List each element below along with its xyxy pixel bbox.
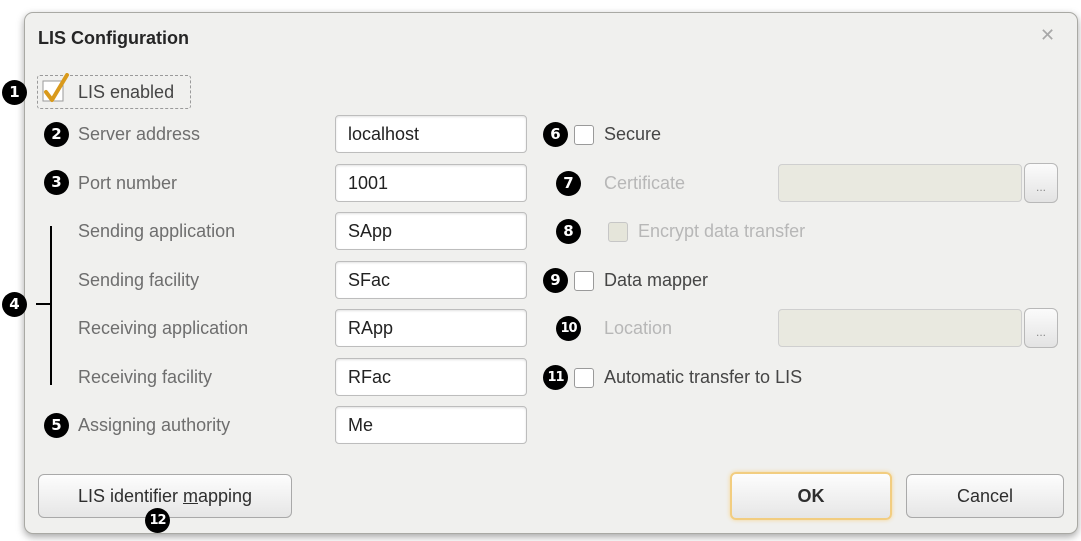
callout-badge: 1 — [2, 80, 27, 105]
server-address-field[interactable]: localhost — [335, 115, 527, 153]
location-label: Location — [604, 318, 673, 338]
auto-transfer-label: Automatic transfer to LIS — [604, 367, 803, 387]
callout-4-bracket — [50, 226, 52, 385]
sending-facility-field[interactable]: SFac — [335, 261, 527, 299]
assigning-authority-field[interactable]: Me — [335, 406, 527, 444]
callout-badge: 9 — [543, 268, 568, 293]
certificate-field — [778, 164, 1022, 202]
cancel-button[interactable]: Cancel — [906, 474, 1064, 518]
secure-checkbox[interactable] — [574, 125, 594, 145]
callout-badge: 5 — [44, 413, 69, 438]
close-icon[interactable]: ✕ — [1040, 25, 1055, 46]
sending-application-field[interactable]: SApp — [335, 212, 527, 250]
server-address-label: Server address — [78, 124, 201, 144]
lis-enabled-checkbox[interactable]: LIS enabled — [37, 73, 191, 112]
callout-badge: 12 — [145, 508, 170, 533]
certificate-browse-button[interactable]: ... — [1024, 163, 1058, 203]
receiving-application-field[interactable]: RApp — [335, 309, 527, 347]
callout-4-connector — [36, 303, 52, 305]
receiving-application-label: Receiving application — [78, 318, 249, 338]
auto-transfer-checkbox[interactable] — [574, 368, 594, 388]
encrypt-label: Encrypt data transfer — [638, 221, 806, 241]
dialog-title: LIS Configuration — [38, 28, 189, 48]
checkmark-icon — [41, 73, 71, 112]
location-field — [778, 309, 1022, 347]
port-number-label: Port number — [78, 173, 178, 193]
assigning-authority-label: Assigning authority — [78, 415, 231, 435]
callout-badge: 10 — [556, 316, 581, 341]
callout-badge: 8 — [556, 219, 581, 244]
data-mapper-checkbox[interactable] — [574, 271, 594, 291]
sending-facility-label: Sending facility — [78, 270, 200, 290]
callout-badge: 11 — [543, 365, 568, 390]
lis-enabled-label: LIS enabled — [78, 82, 175, 102]
mapping-label-suffix: apping — [198, 486, 253, 506]
callout-badge: 7 — [556, 171, 581, 196]
data-mapper-label: Data mapper — [604, 270, 709, 290]
callout-badge: 6 — [543, 122, 568, 147]
secure-label: Secure — [604, 124, 662, 144]
location-browse-button[interactable]: ... — [1024, 308, 1058, 348]
mapping-label-mnemonic: m — [183, 486, 198, 506]
receiving-facility-label: Receiving facility — [78, 367, 213, 387]
ok-button[interactable]: OK — [730, 472, 892, 520]
mapping-label-prefix: LIS identifier — [77, 486, 183, 506]
certificate-label: Certificate — [604, 173, 686, 193]
receiving-facility-field[interactable]: RFac — [335, 358, 527, 396]
encrypt-checkbox — [608, 222, 628, 242]
callout-badge: 2 — [44, 122, 69, 147]
callout-badge: 3 — [44, 170, 69, 195]
callout-badge: 4 — [2, 292, 27, 317]
sending-application-label: Sending application — [78, 221, 236, 241]
port-number-field[interactable]: 1001 — [335, 164, 527, 202]
